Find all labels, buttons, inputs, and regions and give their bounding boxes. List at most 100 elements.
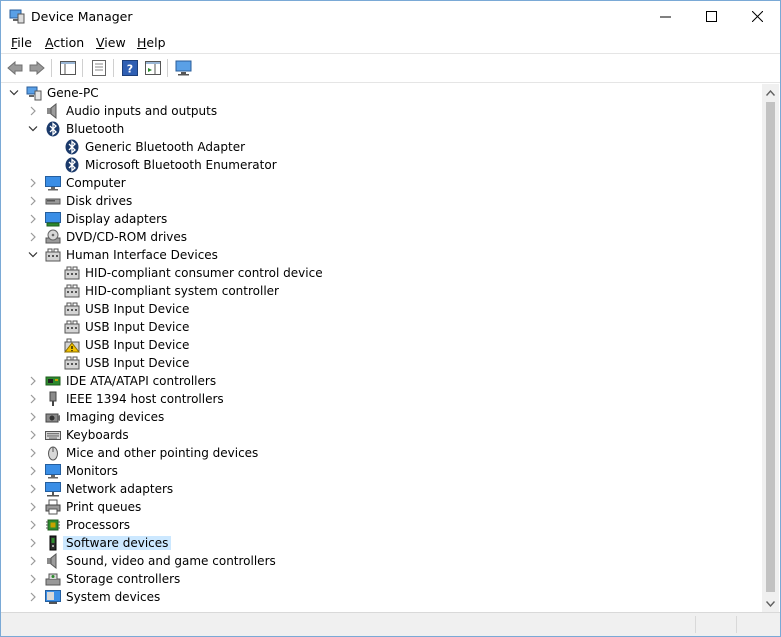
title-bar[interactable]: Device Manager <box>1 1 780 31</box>
tree-category[interactable]: Imaging devices <box>2 408 762 426</box>
tree-category[interactable]: DVD/CD-ROM drives <box>2 228 762 246</box>
tree-item-label: USB Input Device <box>85 302 190 316</box>
expand-chevron-icon[interactable] <box>27 392 39 406</box>
expand-chevron-icon[interactable] <box>27 374 39 388</box>
hid-warning-icon <box>64 338 80 353</box>
close-button[interactable] <box>734 1 780 31</box>
expand-chevron-icon[interactable] <box>27 554 39 568</box>
expand-chevron-icon[interactable] <box>27 428 39 442</box>
mouse-icon <box>48 446 58 461</box>
tree-category[interactable]: Sound, video and game controllers <box>2 552 762 570</box>
forward-button[interactable] <box>28 59 46 77</box>
expand-chevron-icon[interactable] <box>27 212 39 226</box>
tree-category[interactable]: System devices <box>2 588 762 606</box>
collapse-chevron-icon[interactable] <box>27 122 39 136</box>
computer-root-icon <box>26 86 42 101</box>
toolbar: ? <box>1 53 780 83</box>
ieee1394-icon <box>49 391 57 406</box>
expand-chevron-icon[interactable] <box>27 446 39 460</box>
expand-chevron-icon[interactable] <box>27 104 39 118</box>
tree-category[interactable]: Mice and other pointing devices <box>2 444 762 462</box>
vertical-scrollbar[interactable] <box>762 84 779 612</box>
scan-hardware-changes-button[interactable] <box>175 59 193 77</box>
status-pane <box>736 616 737 633</box>
tree-item-label: USB Input Device <box>85 338 190 352</box>
device-tree[interactable]: Gene-PC Audio inputs and outputs Bluetooth… <box>2 84 762 612</box>
properties-icon <box>92 60 106 76</box>
menu-view[interactable]: View <box>96 35 126 50</box>
system-devices-icon <box>45 590 61 604</box>
tree-device[interactable]: HID-compliant system controller <box>2 282 762 300</box>
tree-category[interactable]: Monitors <box>2 462 762 480</box>
expand-chevron-icon[interactable] <box>27 410 39 424</box>
collapse-chevron-icon[interactable] <box>8 86 20 100</box>
status-bar <box>1 612 780 636</box>
menu-bar: File Action View Help <box>1 31 780 53</box>
menu-help[interactable]: Help <box>137 35 166 50</box>
tree-category[interactable]: Audio inputs and outputs <box>2 102 762 120</box>
tree-category[interactable]: Network adapters <box>2 480 762 498</box>
tree-item-label: Microsoft Bluetooth Enumerator <box>85 158 277 172</box>
network-icon <box>45 482 61 497</box>
minimize-button[interactable] <box>642 1 688 31</box>
menu-file[interactable]: File <box>11 35 32 50</box>
properties-button[interactable] <box>90 59 108 77</box>
expand-chevron-icon[interactable] <box>27 572 39 586</box>
tree-device[interactable]: Microsoft Bluetooth Enumerator <box>2 156 762 174</box>
tree-item-label: Print queues <box>66 500 142 514</box>
tree-category[interactable]: Bluetooth <box>2 120 762 138</box>
tree-category[interactable]: IEEE 1394 host controllers <box>2 390 762 408</box>
tree-category[interactable]: Storage controllers <box>2 570 762 588</box>
tree-category[interactable]: Disk drives <box>2 192 762 210</box>
tree-device[interactable]: USB Input Device <box>2 318 762 336</box>
bluetooth-icon <box>46 121 60 137</box>
tree-category[interactable]: Print queues <box>2 498 762 516</box>
bluetooth-icon <box>65 139 79 155</box>
action-pane-button[interactable] <box>144 59 162 77</box>
tree-item-label: Software devices <box>63 536 172 550</box>
expand-chevron-icon[interactable] <box>27 464 39 478</box>
tree-device[interactable]: USB Input Device <box>2 354 762 372</box>
help-button[interactable]: ? <box>121 59 139 77</box>
toolbar-separator <box>51 59 52 77</box>
expand-chevron-icon[interactable] <box>27 194 39 208</box>
monitor-icon <box>45 464 61 479</box>
tree-category[interactable]: Processors <box>2 516 762 534</box>
tree-root-computer[interactable]: Gene-PC <box>2 84 762 102</box>
tree-item-label: Bluetooth <box>66 122 125 136</box>
tree-category[interactable]: Keyboards <box>2 426 762 444</box>
expand-chevron-icon[interactable] <box>27 536 39 550</box>
tree-device[interactable]: USB Input Device <box>2 336 762 354</box>
hid-icon <box>64 302 80 316</box>
scroll-down-button[interactable] <box>762 595 779 612</box>
expand-chevron-icon[interactable] <box>27 176 39 190</box>
hid-icon <box>64 320 80 334</box>
expand-chevron-icon[interactable] <box>27 500 39 514</box>
scroll-thumb[interactable] <box>766 102 775 592</box>
scroll-up-button[interactable] <box>762 84 779 101</box>
tree-category[interactable]: Display adapters <box>2 210 762 228</box>
menu-action[interactable]: Action <box>45 35 84 50</box>
tree-category[interactable]: Human Interface Devices <box>2 246 762 264</box>
scroll-up-icon <box>766 89 775 96</box>
collapse-chevron-icon[interactable] <box>27 248 39 262</box>
tree-device[interactable]: Generic Bluetooth Adapter <box>2 138 762 156</box>
tree-item-label: Mice and other pointing devices <box>66 446 259 460</box>
toolbar-separator <box>82 59 83 77</box>
expand-chevron-icon[interactable] <box>27 518 39 532</box>
menu-file-label: ile <box>17 35 32 50</box>
maximize-button[interactable] <box>688 1 734 31</box>
tree-category[interactable]: IDE ATA/ATAPI controllers <box>2 372 762 390</box>
tree-category[interactable]: Software devices <box>2 534 762 552</box>
expand-chevron-icon[interactable] <box>27 482 39 496</box>
back-button[interactable] <box>6 59 24 77</box>
hid-icon <box>45 248 61 262</box>
expand-chevron-icon[interactable] <box>27 230 39 244</box>
expand-chevron-icon[interactable] <box>27 590 39 604</box>
tree-device[interactable]: USB Input Device <box>2 300 762 318</box>
window-title: Device Manager <box>31 9 133 24</box>
show-hide-console-tree-button[interactable] <box>59 59 77 77</box>
toolbar-separator <box>113 59 114 77</box>
tree-category[interactable]: Computer <box>2 174 762 192</box>
tree-device[interactable]: HID-compliant consumer control device <box>2 264 762 282</box>
